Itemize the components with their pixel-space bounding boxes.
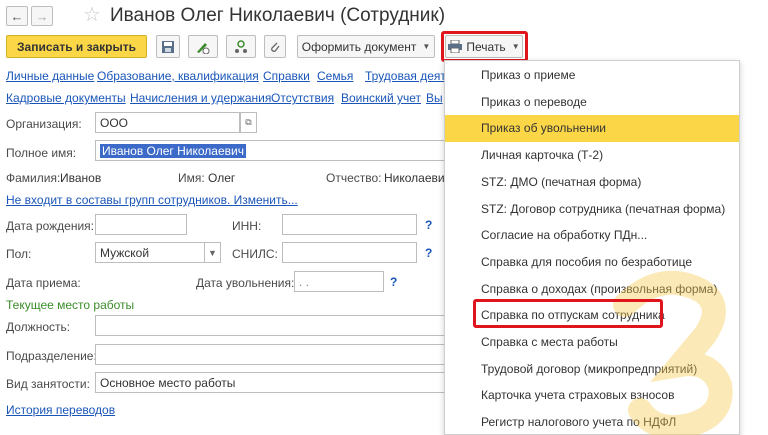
tab-labor[interactable]: Трудовая деят — [365, 69, 446, 83]
print-menu-item[interactable]: Приказ о приеме — [445, 62, 739, 89]
attach-button[interactable] — [264, 35, 286, 58]
pen-check-icon — [197, 42, 210, 54]
tab-family[interactable]: Семья — [317, 69, 353, 83]
floppy-disk-icon — [162, 40, 174, 53]
hire-date-label: Дата приема: — [6, 276, 81, 290]
print-menu-item[interactable]: STZ: ДМО (печатная форма) — [445, 169, 739, 196]
print-menu-item[interactable]: Личная карточка (Т-2) — [445, 142, 739, 169]
sex-label: Пол: — [6, 247, 32, 261]
print-menu-item[interactable]: Трудовой договор (микропредприятий) — [445, 356, 739, 383]
sex-dropdown-button[interactable]: ▼ — [204, 242, 221, 263]
tab-certificates[interactable]: Справки — [263, 69, 310, 83]
structure-button[interactable] — [226, 35, 256, 58]
transfer-history-link[interactable]: История переводов — [6, 403, 115, 417]
patronymic-label: Отчество: — [326, 171, 382, 185]
position-label: Должность: — [6, 320, 71, 334]
tab-hr-documents[interactable]: Кадровые документы — [6, 91, 126, 105]
print-menu-item[interactable]: Справка с места работы — [445, 329, 739, 356]
print-menu-item[interactable]: Регистр налогового учета по НДФЛ — [445, 409, 739, 435]
window-title: Иванов Олег Николаевич (Сотрудник) — [110, 5, 446, 26]
print-menu-item[interactable]: Справка для пособия по безработице — [445, 249, 739, 276]
paperclip-icon — [271, 42, 280, 52]
favorite-star-icon[interactable]: ☆ — [83, 3, 101, 27]
hierarchy-icon — [235, 39, 247, 53]
tab-more[interactable]: Вы — [426, 91, 443, 105]
open-org-button[interactable]: ⧉ — [240, 112, 257, 133]
print-highlight-frame — [441, 31, 528, 62]
chevron-down-icon: ▼ — [422, 42, 431, 51]
employment-field[interactable]: Основное место работы — [95, 372, 445, 393]
snils-field[interactable] — [282, 242, 417, 263]
oformit-document-button[interactable]: Оформить документ ▼ — [297, 35, 435, 58]
birth-field[interactable] — [95, 214, 187, 235]
open-window-icon: ⧉ — [245, 117, 252, 127]
org-label: Организация: — [6, 117, 82, 131]
print-menu: Приказ о приеме Приказ о переводе Приказ о… — [444, 60, 740, 435]
position-field[interactable] — [95, 315, 445, 336]
print-menu-item[interactable]: Карточка учета страховых взносов — [445, 382, 739, 409]
groups-link[interactable]: Не входит в составы групп сотрудников. И… — [6, 193, 298, 207]
sex-select[interactable]: Мужской — [95, 242, 205, 263]
fullname-value: Иванов Олег Николаевич — [100, 144, 246, 158]
print-menu-item[interactable]: Приказ об увольнении — [445, 115, 739, 143]
chevron-down-icon: ▼ — [208, 247, 217, 258]
menu-item-highlight-frame — [473, 299, 663, 329]
print-menu-item[interactable]: STZ: Договор сотрудника (печатная форма) — [445, 196, 739, 223]
arrow-left-icon: ← — [10, 8, 24, 24]
fullname-field[interactable]: Иванов Олег Николаевич — [95, 140, 445, 161]
inn-label: ИНН: — [232, 219, 262, 233]
snils-label: СНИЛС: — [232, 247, 278, 261]
print-menu-item[interactable]: Согласие на обработку ПДн... — [445, 222, 739, 249]
department-field[interactable] — [95, 344, 445, 365]
birth-label: Дата рождения: — [6, 219, 94, 233]
arrow-right-icon: → — [35, 8, 49, 24]
tab-accruals[interactable]: Начисления и удержания — [130, 91, 271, 105]
name-label: Имя: — [178, 171, 205, 185]
fire-date-label: Дата увольнения: — [196, 276, 295, 290]
name-value: Олег — [208, 171, 236, 185]
save-button[interactable] — [156, 35, 180, 58]
print-menu-item[interactable]: Приказ о переводе — [445, 89, 739, 116]
forward-button[interactable]: → — [31, 6, 53, 26]
org-field[interactable]: ООО — [95, 112, 240, 133]
tab-education[interactable]: Образование, квалификация — [97, 69, 259, 83]
snils-help-icon[interactable]: ? — [425, 246, 432, 260]
save-close-button[interactable]: Записать и закрыть — [6, 35, 147, 58]
tab-military[interactable]: Воинский учет — [341, 91, 421, 105]
post-button[interactable] — [188, 35, 218, 58]
department-label: Подразделение: — [6, 349, 97, 363]
surname-value: Иванов — [60, 171, 102, 185]
surname-label: Фамилия: — [6, 171, 61, 185]
inn-field[interactable] — [282, 214, 417, 235]
tab-personal-data[interactable]: Личные данные — [6, 69, 94, 83]
fire-date-field[interactable]: . . — [294, 271, 384, 292]
back-button[interactable]: ← — [6, 6, 28, 26]
employment-label: Вид занятости: — [6, 377, 90, 391]
workplace-heading: Текущее место работы — [6, 298, 135, 312]
patronymic-value: Николаевич — [384, 171, 451, 185]
fire-date-help-icon[interactable]: ? — [390, 275, 397, 289]
fullname-label: Полное имя: — [6, 146, 77, 160]
oformit-label: Оформить документ — [301, 39, 417, 54]
tab-absences[interactable]: Отсутствия — [271, 91, 334, 105]
inn-help-icon[interactable]: ? — [425, 218, 432, 232]
